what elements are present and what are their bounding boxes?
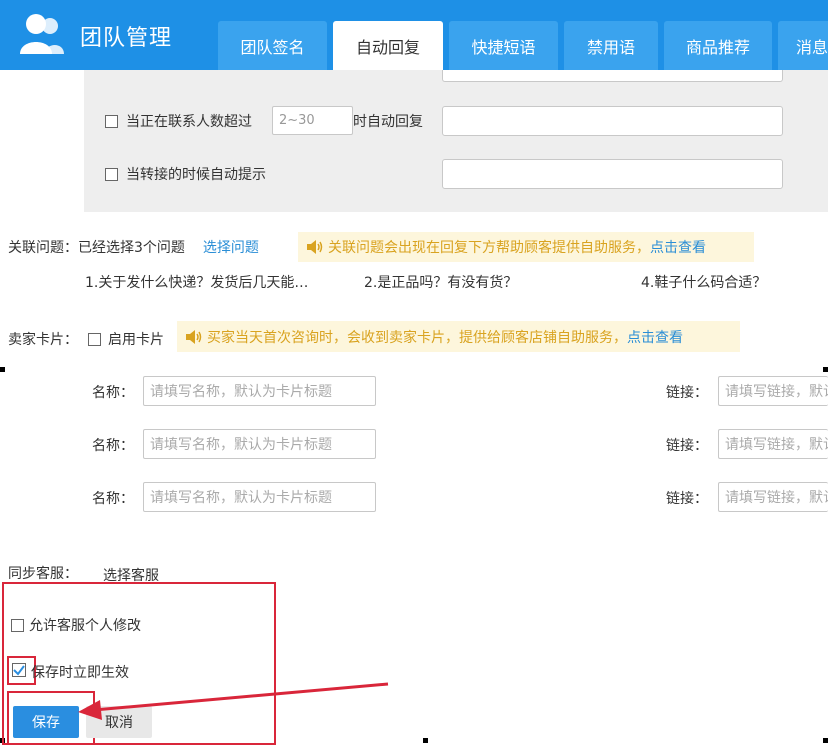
contacts-checkbox[interactable]: [105, 114, 118, 128]
select-questions-link[interactable]: 选择问题: [203, 237, 259, 257]
contacts-label: 当正在联系人数超过: [126, 114, 252, 130]
contacts-suffix: 时自动回复: [353, 114, 423, 130]
card-name-input[interactable]: 请填写名称，默认为卡片标题: [143, 376, 376, 406]
sync-label: 同步客服：: [8, 566, 78, 582]
card-link-label: 链接：: [666, 385, 708, 401]
selection-handle: [423, 738, 428, 743]
allow-edit-checkbox[interactable]: [11, 618, 24, 632]
auto-reply-panel: [84, 70, 828, 212]
question-item: 4.鞋子什么码合适？: [641, 275, 767, 291]
enable-card-checkbox[interactable]: [88, 332, 101, 346]
allow-edit-label: 允许客服个人修改: [29, 618, 141, 634]
seller-card-row: 卖家卡片： 启用卡片: [8, 329, 164, 349]
card-name-label: 名称：: [92, 385, 134, 401]
card-link-label: 链接：: [666, 438, 708, 454]
app-title: 团队管理: [80, 26, 173, 51]
annotation-arrow-icon: [78, 682, 389, 720]
enable-card-label: 启用卡片: [108, 332, 164, 348]
card-link-input[interactable]: 请填写链接，默认: [718, 482, 828, 512]
card-link-input[interactable]: 请填写链接，默认: [718, 429, 828, 459]
question-item: 1.关于发什么快递？发货后几天能…: [85, 275, 309, 291]
tab-quick-phrases[interactable]: 快捷短语: [449, 21, 558, 70]
seller-card-notice: 买家当天首次咨询时，会收到卖家卡片，提供给顾客店铺自助服务， 点击查看: [177, 321, 740, 352]
speaker-icon: [307, 240, 323, 254]
transfer-label: 当转接的时候自动提示: [126, 167, 266, 183]
related-selected: 已经选择3个问题: [78, 240, 185, 256]
contacts-count-input[interactable]: 2~30: [272, 106, 353, 135]
tab-auto-reply[interactable]: 自动回复: [333, 21, 443, 70]
related-row: 关联问题： 已经选择3个问题 选择问题: [8, 237, 259, 257]
related-notice-link[interactable]: 点击查看: [650, 237, 706, 257]
tab-team-signature[interactable]: 团队签名: [218, 21, 327, 70]
card-name-label: 名称：: [92, 438, 134, 454]
card-link-label: 链接：: [666, 491, 708, 507]
selection-handle: [823, 367, 828, 372]
card-name-input[interactable]: 请填写名称，默认为卡片标题: [143, 482, 376, 512]
seller-card-notice-text: 买家当天首次咨询时，会收到卖家卡片，提供给顾客店铺自助服务，: [207, 329, 627, 346]
selection-handle: [0, 367, 5, 372]
reply-input-hidden[interactable]: [442, 70, 783, 82]
card-link-input[interactable]: 请填写链接，默认: [718, 376, 828, 406]
transfer-row: 当转接的时候自动提示: [105, 164, 266, 184]
selection-handle: [823, 738, 828, 743]
transfer-checkbox[interactable]: [105, 167, 118, 181]
seller-card-label: 卖家卡片：: [8, 332, 78, 348]
related-notice: 关联问题会出现在回复下方帮助顾客提供自助服务， 点击查看: [298, 232, 754, 262]
contacts-row: 当正在联系人数超过: [105, 111, 252, 131]
contacts-reply-input[interactable]: [442, 106, 783, 136]
check-icon: [13, 665, 25, 676]
allow-edit-row: 允许客服个人修改: [11, 615, 141, 635]
seller-card-notice-link[interactable]: 点击查看: [627, 327, 683, 347]
effective-checkbox[interactable]: [12, 663, 26, 677]
tab-messages[interactable]: 消息: [778, 21, 828, 70]
card-name-input[interactable]: 请填写名称，默认为卡片标题: [143, 429, 376, 459]
question-item: 2.是正品吗？有没有货？: [364, 275, 518, 291]
speaker-icon: [186, 329, 202, 344]
related-notice-text: 关联问题会出现在回复下方帮助顾客提供自助服务，: [328, 240, 650, 256]
transfer-reply-input[interactable]: [442, 159, 783, 189]
related-label: 关联问题：: [8, 240, 78, 256]
card-name-label: 名称：: [92, 491, 134, 507]
tab-product-recommend[interactable]: 商品推荐: [664, 21, 772, 70]
team-logo-icon: [20, 14, 64, 54]
tab-banned-words[interactable]: 禁用语: [564, 21, 658, 70]
